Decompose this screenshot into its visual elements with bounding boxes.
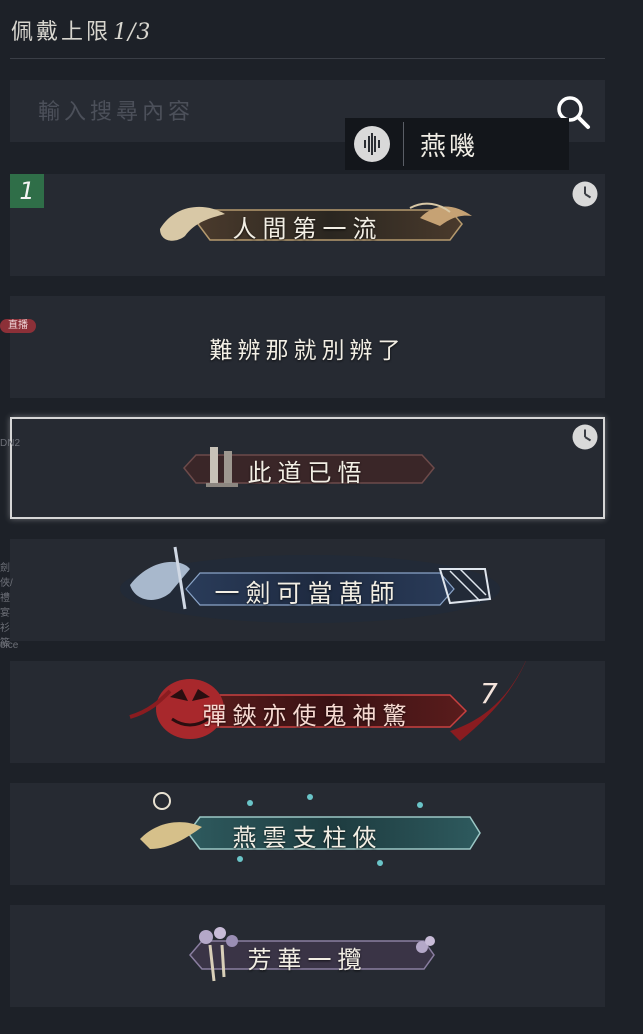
title-card-1[interactable]: 1 人間第一流 — [10, 174, 605, 276]
search-input[interactable] — [36, 94, 370, 130]
equip-limit-text: 佩戴上限 — [11, 20, 112, 45]
title-name: 芳華一攬 — [247, 946, 368, 974]
clock-icon — [572, 424, 598, 450]
equip-limit-count: 1/3 — [113, 20, 152, 45]
title-card-2[interactable]: 難辨那就別辨了 — [10, 296, 605, 398]
overlay-text-voice: oice — [0, 640, 19, 651]
title-name: 一劍可當萬師 — [214, 579, 401, 608]
title-name: 彈鋏亦使鬼神驚 — [202, 702, 413, 730]
equip-limit-label: 佩戴上限1/3 — [11, 14, 151, 46]
title-card-5[interactable]: 彈鋏亦使鬼神驚 7 — [10, 661, 605, 763]
voice-user-name: 燕嘰 — [420, 132, 479, 162]
header: 佩戴上限1/3 — [0, 0, 643, 60]
title-card-4[interactable]: 一劍可當萬師 — [10, 539, 605, 641]
title-name: 人間第一流 — [232, 215, 383, 243]
clock-icon — [572, 181, 598, 207]
overlay-text-outfit: 劍俠/禮宴衫筱 — [0, 563, 13, 649]
title-card-6[interactable]: 燕雲支柱俠 — [10, 783, 605, 885]
title-name: 燕雲支柱俠 — [232, 824, 383, 852]
voice-chip[interactable]: 燕嘰 — [345, 118, 569, 170]
overlay-text-dn2: DN2 — [0, 438, 21, 449]
voice-wave-icon[interactable] — [354, 126, 390, 162]
title-card-7[interactable]: 芳華一攬 — [10, 905, 605, 1007]
voice-divider — [403, 122, 404, 166]
tier-badge: 7 — [480, 677, 498, 710]
header-divider — [10, 58, 605, 59]
title-name: 難辨那就別辨了 — [209, 338, 406, 364]
title-name: 此道已悟 — [247, 459, 368, 487]
live-badge: 直播 — [0, 319, 36, 333]
title-card-3[interactable]: 此道已悟 — [10, 417, 605, 519]
